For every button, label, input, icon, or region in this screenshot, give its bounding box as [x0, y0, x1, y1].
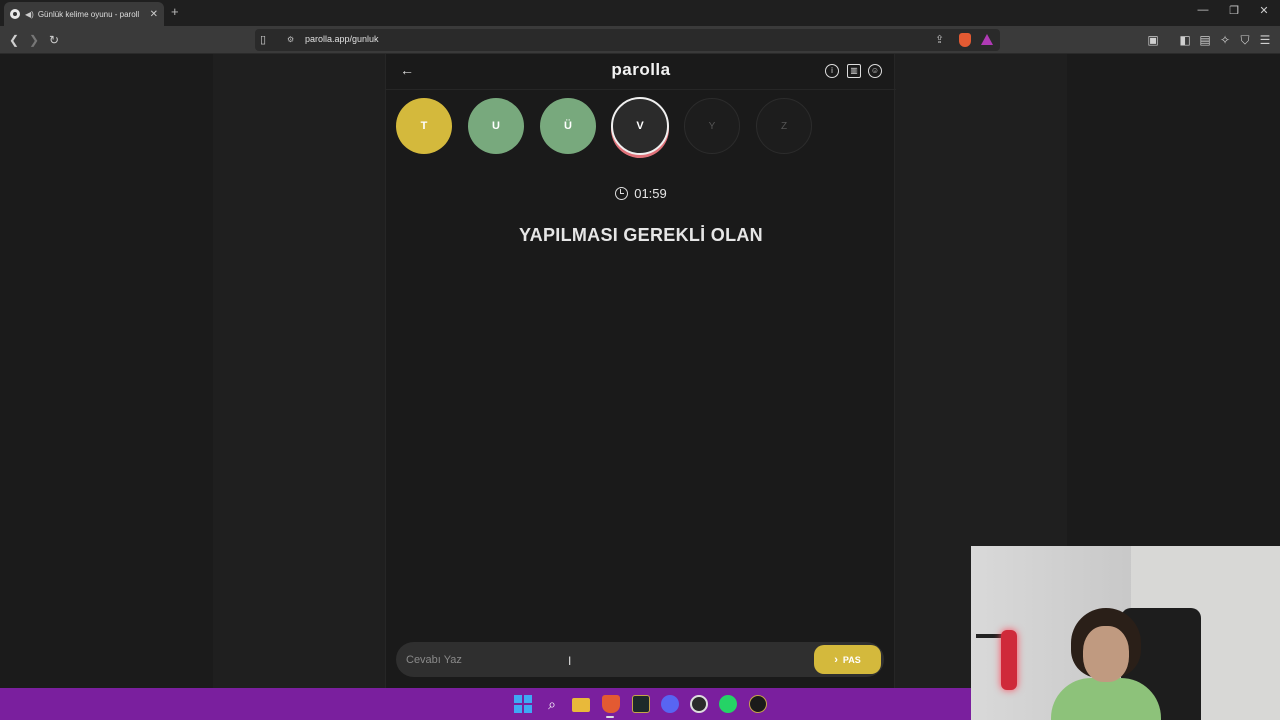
back-button[interactable]: ❮	[6, 32, 22, 48]
brave-rewards-icon[interactable]	[981, 34, 993, 45]
wallet-icon[interactable]: ▤	[1197, 32, 1213, 48]
bookmark-icon[interactable]: ▯	[260, 33, 270, 47]
info-icon[interactable]: i	[825, 64, 839, 78]
site-favicon-icon	[10, 9, 20, 19]
tab-title: Günlük kelime oyunu - paroll	[37, 9, 140, 19]
clock-icon	[615, 187, 629, 200]
audio-playing-icon[interactable]: ◀)	[25, 10, 34, 19]
vpn-shield-icon[interactable]: ⛉	[1237, 32, 1253, 48]
timer-value: 01:59	[634, 186, 667, 201]
game-app: ← parolla i ▥ ☺ T U Ü V Y Z 01:59 YAPILM…	[385, 54, 896, 688]
close-window-button[interactable]: ✕	[1254, 4, 1274, 17]
reload-button[interactable]: ↻	[46, 32, 62, 48]
windows-start-icon[interactable]	[514, 695, 532, 713]
league-client-icon[interactable]	[632, 695, 650, 713]
browser-tab[interactable]: ◀) Günlük kelime oyunu - paroll ✕	[4, 2, 164, 26]
browser-toolbar: ❮ ❯ ↻ ▯ ⚙ parolla.app/gunluk ⇪ ▣ ◧ ▤ ✧ ⛉…	[0, 26, 1280, 54]
obs-icon[interactable]	[690, 695, 708, 713]
close-tab-icon[interactable]: ✕	[150, 9, 158, 20]
sidebar-toggle-icon[interactable]: ◧	[1177, 32, 1193, 48]
leo-ai-icon[interactable]: ✧	[1217, 32, 1233, 48]
league-game-icon[interactable]	[749, 695, 767, 713]
answer-input[interactable]	[406, 651, 786, 669]
answer-bar: I ›PAS	[396, 642, 884, 677]
restore-button[interactable]: ❐	[1224, 4, 1244, 17]
streamer-body	[1051, 678, 1161, 720]
letter-progress: T U Ü V Y Z	[396, 97, 896, 158]
streamer	[1051, 608, 1161, 720]
site-info-icon[interactable]: ⚙	[287, 35, 297, 45]
timer: 01:59	[386, 186, 896, 201]
tab-strip: ◀) Günlük kelime oyunu - paroll ✕ + — ❐ …	[0, 0, 1280, 26]
brave-browser-icon[interactable]	[602, 695, 620, 713]
active-app-indicator	[606, 716, 614, 718]
search-icon[interactable]: ⌕	[543, 695, 561, 713]
profile-icon[interactable]: ☺	[868, 64, 882, 78]
brave-shields-icon[interactable]	[959, 33, 971, 47]
reader-icon[interactable]: ▣	[1145, 32, 1161, 48]
letter-circle-active: V	[611, 97, 669, 155]
streamer-face	[1083, 626, 1129, 682]
webcam-overlay	[971, 546, 1280, 720]
url-text[interactable]: parolla.app/gunluk	[305, 34, 379, 44]
letter-circle: T	[396, 98, 452, 154]
text-cursor-icon: I	[568, 654, 572, 668]
app-header: ← parolla i ▥ ☺	[386, 54, 896, 90]
new-tab-button[interactable]: +	[171, 4, 179, 19]
file-explorer-icon[interactable]	[572, 698, 590, 712]
share-icon[interactable]: ⇪	[935, 33, 944, 46]
whatsapp-icon[interactable]	[719, 695, 737, 713]
address-bar[interactable]: ▯ ⚙ parolla.app/gunluk ⇪	[255, 29, 1000, 51]
letter-circle: Y	[684, 98, 740, 154]
minimize-button[interactable]: —	[1193, 4, 1213, 16]
pass-button[interactable]: › PAS	[814, 645, 881, 674]
letter-circle: Z	[756, 98, 812, 154]
microphone	[1001, 630, 1017, 690]
app-logo: parolla	[611, 60, 671, 79]
question-text: YAPILMASI GEREKLİ OLAN	[519, 225, 763, 245]
letter-circle: U	[468, 98, 524, 154]
chevron-right-icon: ›	[834, 653, 838, 666]
forward-button[interactable]: ❯	[26, 32, 42, 48]
letter-circle: Ü	[540, 98, 596, 154]
menu-icon[interactable]: ☰	[1257, 32, 1273, 48]
discord-icon[interactable]	[661, 695, 679, 713]
stats-icon[interactable]: ▥	[847, 64, 861, 78]
